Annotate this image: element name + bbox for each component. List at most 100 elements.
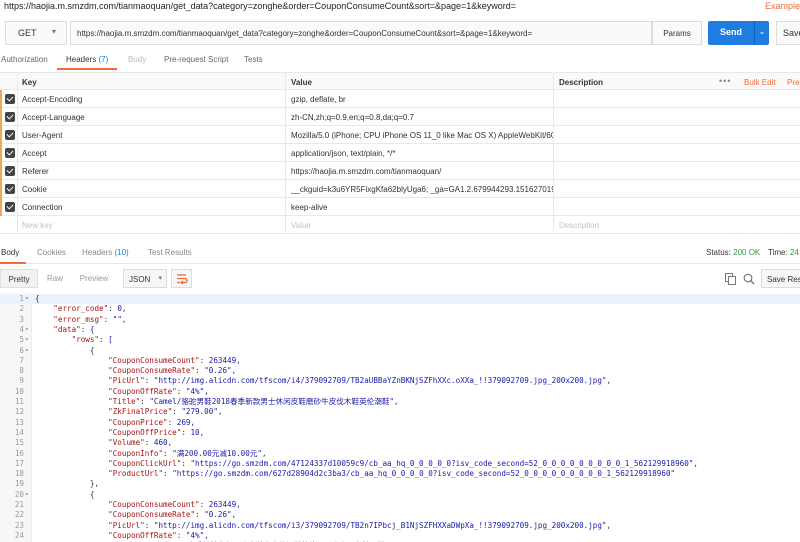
tab-cookies[interactable]: Cookies <box>37 248 66 257</box>
table-row: Accept-Encoding gzip, deflate, br <box>0 90 800 108</box>
code-line: 11 "Title": "Camel/骆驼男鞋2018春季新款男士休闲皮鞋磨砂牛… <box>0 397 800 407</box>
row-marker <box>0 180 2 198</box>
column-divider <box>285 72 286 234</box>
row-enabled-checkbox[interactable] <box>5 94 15 104</box>
row-marker <box>0 144 2 162</box>
row-marker <box>0 108 2 126</box>
line-number: 1 <box>19 294 24 303</box>
line-number: 12 <box>14 407 24 417</box>
code-line: 20 ▾ { <box>0 490 800 500</box>
code-line: 6 ▾ { <box>0 346 800 356</box>
header-value[interactable]: gzip, deflate, br <box>291 90 553 108</box>
header-key[interactable]: Accept-Language <box>22 108 284 126</box>
more-options-icon[interactable]: ••• <box>719 76 731 86</box>
response-time: Time: 24 <box>768 248 799 257</box>
request-bar: GET ▾ https://haojia.m.smzdm.com/tianmao… <box>0 19 800 46</box>
copy-icon[interactable] <box>725 273 736 285</box>
tab-label: Cookies <box>37 248 66 257</box>
tab-response-body[interactable]: Body <box>1 248 19 257</box>
save-response-button[interactable]: Save Resp <box>761 269 800 288</box>
line-number: 14 <box>14 427 24 437</box>
tab-pre-request-script[interactable]: Pre-request Script <box>164 55 228 64</box>
send-options-button[interactable]: ⌄ <box>754 21 769 45</box>
fold-toggle-icon[interactable]: ▾ <box>25 325 29 335</box>
row-enabled-checkbox[interactable] <box>5 202 15 212</box>
new-key-input[interactable]: New key <box>22 216 284 234</box>
tab-authorization[interactable]: Authorization <box>1 55 48 64</box>
new-description-input[interactable]: Description <box>559 216 709 234</box>
code-line: 4 ▾ "data": { <box>0 325 800 335</box>
tab-headers[interactable]: Headers (7) <box>66 55 108 64</box>
column-divider <box>17 72 18 234</box>
tab-label: Body <box>128 55 147 64</box>
header-value[interactable]: keep-alive <box>291 198 553 216</box>
header-key[interactable]: User-Agent <box>22 126 284 144</box>
chevron-down-icon: ▾ <box>51 27 56 36</box>
preview-button[interactable]: Preview <box>72 269 116 288</box>
code-line: 7 "CouponConsumeCount": 263449, <box>0 356 800 366</box>
code-line: 13 "CouponPrice": 269, <box>0 418 800 428</box>
line-number: 10 <box>14 386 24 396</box>
row-enabled-checkbox[interactable] <box>5 184 15 194</box>
code-line: 5 ▾ "rows": [ <box>0 335 800 345</box>
header-value[interactable]: __ckguid=k3u6YR5FixgKfa62blyUga6; _ga=GA… <box>291 180 553 198</box>
fold-toggle-icon[interactable]: ▾ <box>25 490 29 500</box>
line-number: 11 <box>14 397 24 406</box>
row-enabled-checkbox[interactable] <box>5 130 15 140</box>
wrap-lines-button[interactable] <box>171 269 192 288</box>
header-value[interactable]: Mozilla/5.0 (iPhone; CPU iPhone OS 11_0 … <box>291 126 553 144</box>
row-marker <box>0 198 2 216</box>
fold-toggle-icon[interactable]: ▾ <box>25 294 29 304</box>
fold-toggle-icon[interactable]: ▾ <box>25 346 29 356</box>
line-number: 7 <box>19 355 24 365</box>
presets-link[interactable]: Pres <box>787 78 800 87</box>
response-body-viewer[interactable]: 1 ▾{2 "error_code": 0, 3 "error_msg": "", 4… <box>0 293 800 542</box>
code-text: "CouponInfo": "满200.00元减10.00元", <box>108 448 267 458</box>
code-line: 22 "CouponConsumeRate": "0.26", <box>0 510 800 520</box>
header-value[interactable]: https://haojia.m.smzdm.com/tianmaoquan/ <box>291 162 553 180</box>
chevron-down-icon: ⌄ <box>758 27 766 36</box>
tab-label: Headers <box>66 55 97 64</box>
tab-label: Pre-request Script <box>164 55 229 64</box>
header-key[interactable]: Accept-Encoding <box>22 90 284 108</box>
row-enabled-checkbox[interactable] <box>5 112 15 122</box>
pretty-button[interactable]: Pretty <box>0 269 38 288</box>
code-text: "CouponPrice": 269, <box>108 417 196 427</box>
save-button[interactable]: Save <box>776 21 800 45</box>
params-button[interactable]: Params <box>652 21 702 45</box>
tab-label: Tests <box>244 55 263 64</box>
header-value[interactable]: zh-CN,zh;q=0.9,en;q=0.8,da;q=0.7 <box>291 108 553 126</box>
line-number: 2 <box>19 304 24 314</box>
search-icon[interactable] <box>743 273 755 285</box>
tab-label: Headers <box>82 248 113 257</box>
header-value[interactable]: application/json, text/plain, */* <box>291 144 553 162</box>
tab-test-results[interactable]: Test Results <box>148 248 192 257</box>
line-number: 24 <box>14 530 24 540</box>
column-value: Value <box>291 78 312 87</box>
fold-toggle-icon[interactable]: ▾ <box>25 335 29 345</box>
format-select[interactable]: JSON ▾ <box>123 269 167 288</box>
examples-link[interactable]: Example <box>765 1 800 11</box>
tab-response-headers[interactable]: Headers (10) <box>82 248 129 257</box>
tab-tests[interactable]: Tests <box>244 55 263 64</box>
row-enabled-checkbox[interactable] <box>5 166 15 176</box>
method-select[interactable]: GET ▾ <box>5 21 67 45</box>
send-button[interactable]: Send <box>708 21 754 45</box>
tab-label: Body <box>1 248 20 257</box>
code-text: "CouponOffRate": "4%", <box>108 530 209 540</box>
code-line: 23 "PicUrl": "http://img.alicdn.com/tfsc… <box>0 521 800 531</box>
header-key[interactable]: Cookie <box>22 180 284 198</box>
bulk-edit-link[interactable]: Bulk Edit <box>744 78 776 87</box>
header-key[interactable]: Connection <box>22 198 284 216</box>
code-line: 19 }, <box>0 479 800 489</box>
code-line: 16 "CouponInfo": "满200.00元减10.00元", <box>0 449 800 459</box>
code-line: 8 "CouponConsumeRate": "0.26", <box>0 366 800 376</box>
code-text: { <box>35 294 40 303</box>
url-input[interactable]: https://haojia.m.smzdm.com/tianmaoquan/g… <box>70 21 652 45</box>
tab-body[interactable]: Body <box>128 55 146 64</box>
row-enabled-checkbox[interactable] <box>5 148 15 158</box>
new-value-input[interactable]: Value <box>291 216 553 234</box>
header-key[interactable]: Accept <box>22 144 284 162</box>
raw-button[interactable]: Raw <box>38 269 72 288</box>
header-key[interactable]: Referer <box>22 162 284 180</box>
